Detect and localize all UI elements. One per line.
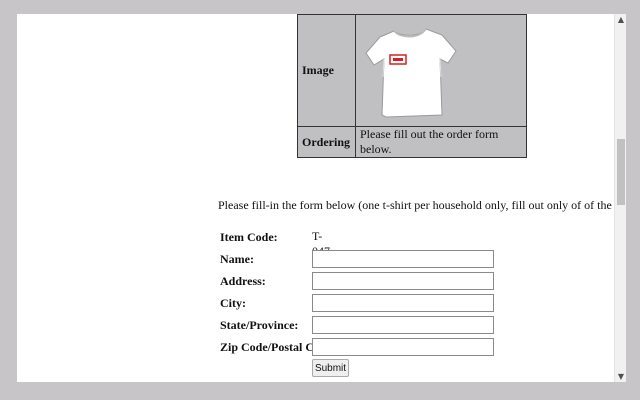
name-input[interactable] xyxy=(312,250,494,268)
scroll-thumb[interactable] xyxy=(617,139,625,205)
image-label: Image xyxy=(297,14,356,127)
city-input[interactable] xyxy=(312,294,494,312)
product-image-cell xyxy=(355,14,527,127)
state-input[interactable] xyxy=(312,316,494,334)
vertical-scrollbar[interactable]: ▲ ▼ xyxy=(614,14,626,382)
name-label: Name: xyxy=(220,252,254,266)
city-label: City: xyxy=(220,296,246,310)
ordering-label: Ordering xyxy=(297,126,356,158)
submit-button[interactable]: Submit xyxy=(312,359,349,377)
address-label: Address: xyxy=(220,274,266,288)
scroll-down-icon[interactable]: ▼ xyxy=(615,371,627,382)
zip-input[interactable] xyxy=(312,338,494,356)
form-intro-text: Please fill-in the form below (one t-shi… xyxy=(218,198,614,212)
item-code-label: Item Code: xyxy=(220,230,278,244)
scroll-up-icon[interactable]: ▲ xyxy=(615,14,627,25)
window-bottom-edge xyxy=(0,382,640,400)
state-label: State/Province: xyxy=(220,318,299,332)
tshirt-icon xyxy=(365,27,457,118)
ordering-row: Ordering Please fill out the order form … xyxy=(297,126,527,158)
product-image-row: Image xyxy=(297,14,527,127)
address-input[interactable] xyxy=(312,272,494,290)
ordering-text: Please fill out the order form below. xyxy=(355,126,527,158)
browser-viewport: Image Ordering Please fill out the order… xyxy=(17,14,614,382)
tshirt-image xyxy=(360,17,460,125)
product-table: Image Ordering Please fill out the order… xyxy=(297,14,527,158)
